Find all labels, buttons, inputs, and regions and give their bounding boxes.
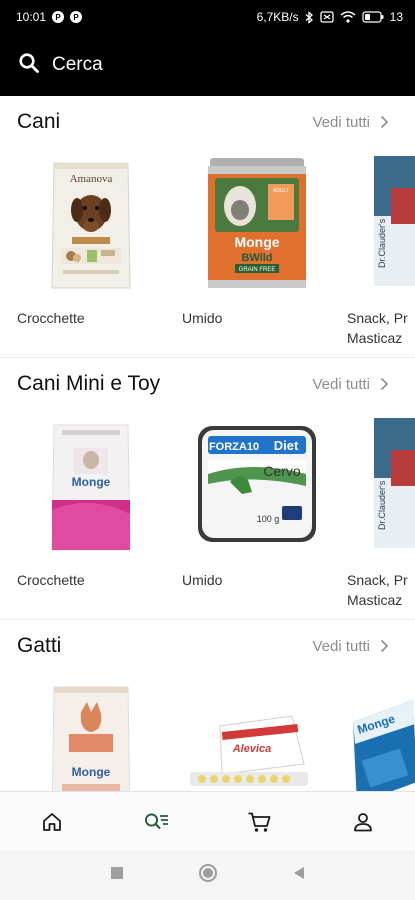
svg-text:Alevica: Alevica xyxy=(232,743,272,755)
category-card[interactable]: Monge xyxy=(347,672,415,791)
product-image: Dr.Clauder's xyxy=(347,148,415,298)
back-button[interactable] xyxy=(292,865,306,886)
notification-icon: P xyxy=(52,11,65,23)
svg-text:Monge: Monge xyxy=(234,234,279,250)
system-nav-bar xyxy=(0,851,415,900)
home-icon xyxy=(42,812,61,831)
svg-text:Dr.Clauder's: Dr.Clauder's xyxy=(377,480,387,530)
svg-text:100 g: 100 g xyxy=(257,514,280,524)
svg-text:Monge: Monge xyxy=(72,475,111,489)
section-title: Cani xyxy=(17,110,61,133)
sim-icon xyxy=(319,11,334,23)
search-label[interactable]: Cerca xyxy=(52,54,103,76)
svg-text:Dr.Clauder's: Dr.Clauder's xyxy=(377,218,387,268)
status-time: 10:01 xyxy=(16,10,47,24)
product-row[interactable]: Amanova Crocchette ADULT Monge BWild GRA… xyxy=(0,148,415,358)
section-gatti: Gatti Vedi tutti Monge Alevica Monge xyxy=(0,620,415,791)
see-all-link[interactable]: Vedi tutti xyxy=(312,114,389,131)
svg-text:Amanova: Amanova xyxy=(70,173,113,185)
category-label: Snack, Pr Masticaz xyxy=(347,310,408,346)
nav-account-button[interactable] xyxy=(333,797,393,847)
category-card[interactable]: Amanova Crocchette xyxy=(17,148,167,358)
product-image: Amanova xyxy=(17,148,167,298)
category-label: Umido xyxy=(182,572,223,588)
wifi-icon xyxy=(340,11,356,23)
category-card[interactable]: FORZA10 Diet Cervo 100 g Umido xyxy=(182,410,332,620)
category-label: Umido xyxy=(182,310,223,326)
svg-text:GRAIN FREE: GRAIN FREE xyxy=(239,267,276,273)
chevron-right-icon xyxy=(380,377,389,391)
svg-text:Diet: Diet xyxy=(274,438,299,453)
category-label: Crocchette xyxy=(17,310,85,326)
product-image: FORZA10 Diet Cervo 100 g xyxy=(182,410,332,560)
category-card[interactable]: Monge xyxy=(17,672,167,791)
svg-text:Monge: Monge xyxy=(72,765,111,779)
section-cani: Cani Vedi tutti Amanova Crocchette ADULT… xyxy=(0,96,415,358)
product-row[interactable]: Monge Crocchette FORZA10 Diet Cervo 100 … xyxy=(0,410,415,620)
category-label: Snack, Pr Masticaz xyxy=(347,572,408,608)
nav-search-catalog-button[interactable] xyxy=(126,797,186,847)
svg-text:Cervo: Cervo xyxy=(263,463,301,479)
category-label: Crocchette xyxy=(17,572,85,588)
user-icon xyxy=(354,812,373,831)
svg-text:BWild: BWild xyxy=(241,252,272,264)
product-row[interactable]: Monge Alevica Monge xyxy=(0,672,415,791)
product-image: Alevica xyxy=(182,672,332,791)
see-all-label[interactable]: Vedi tutti xyxy=(312,638,370,655)
battery-level: 13 xyxy=(389,10,403,24)
square-icon xyxy=(110,867,123,879)
see-all-link[interactable]: Vedi tutti xyxy=(312,376,389,393)
see-all-label[interactable]: Vedi tutti xyxy=(312,114,370,131)
chevron-right-icon xyxy=(380,115,389,129)
home-system-button[interactable] xyxy=(198,863,218,888)
status-bar: 10:01 P P 6,7KB/s 13 xyxy=(0,0,415,34)
product-image: ADULT Monge BWild GRAIN FREE xyxy=(182,148,332,298)
search-list-icon xyxy=(144,812,168,829)
see-all-link[interactable]: Vedi tutti xyxy=(312,638,389,655)
category-list[interactable]: Cani Vedi tutti Amanova Crocchette ADULT… xyxy=(0,96,415,791)
category-card[interactable]: Dr.Clauder's Snack, Pr Masticaz xyxy=(347,148,415,358)
product-image: Monge xyxy=(17,410,167,560)
product-image: Monge xyxy=(347,672,415,791)
see-all-label[interactable]: Vedi tutti xyxy=(312,376,370,393)
category-card[interactable]: Dr.Clauder's Snack, Pr Masticaz xyxy=(347,410,415,620)
bottom-nav xyxy=(0,791,415,851)
search-icon[interactable] xyxy=(18,52,40,79)
section-title: Gatti xyxy=(17,634,62,657)
chevron-right-icon xyxy=(380,639,389,653)
notification-icon: P xyxy=(70,11,83,23)
category-card[interactable]: Monge Crocchette xyxy=(17,410,167,620)
nav-cart-button[interactable] xyxy=(229,797,289,847)
back-triangle-icon xyxy=(293,867,304,879)
category-card[interactable]: Alevica xyxy=(182,672,332,791)
circle-icon xyxy=(198,864,217,882)
network-speed: 6,7KB/s xyxy=(256,10,299,24)
product-image: Dr.Clauder's xyxy=(347,410,415,560)
svg-text:FORZA10: FORZA10 xyxy=(209,441,259,453)
cart-icon xyxy=(248,812,271,832)
section-title: Cani Mini e Toy xyxy=(17,372,161,395)
recents-button[interactable] xyxy=(110,866,124,885)
nav-home-button[interactable] xyxy=(22,797,82,847)
product-image: Monge xyxy=(17,672,167,791)
search-bar[interactable]: Cerca xyxy=(0,34,415,96)
bluetooth-icon xyxy=(305,10,314,24)
category-card[interactable]: ADULT Monge BWild GRAIN FREE Umido xyxy=(182,148,332,358)
svg-text:ADULT: ADULT xyxy=(273,188,289,194)
section-cani-mini-e-toy: Cani Mini e Toy Vedi tutti Monge Crocche… xyxy=(0,358,415,620)
battery-icon xyxy=(362,11,384,23)
